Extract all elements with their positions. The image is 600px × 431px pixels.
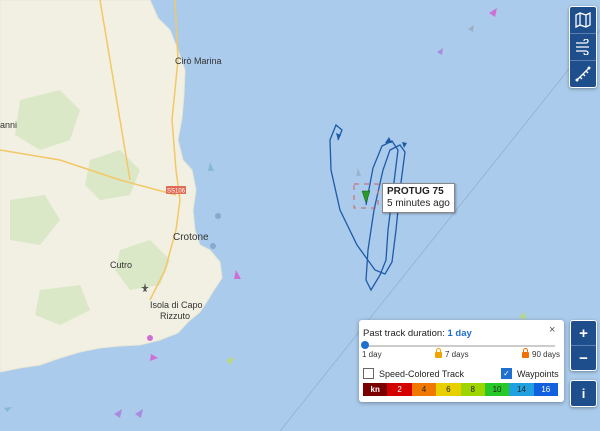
- info-button[interactable]: i: [570, 380, 597, 407]
- place-rizzuto: Rizzuto: [160, 311, 190, 321]
- place-isola: Isola di Capo: [150, 300, 203, 310]
- measure-button[interactable]: [570, 61, 596, 87]
- road-shield-label: SS106: [167, 189, 186, 195]
- speed-tick: 16: [533, 383, 558, 396]
- waypoints-label: Waypoints: [517, 368, 559, 379]
- vessel-time: 5 minutes ago: [387, 198, 450, 209]
- speed-tick: 8: [460, 383, 485, 396]
- tick-label: 90 days: [532, 350, 561, 359]
- speed-tick: 10: [484, 383, 510, 396]
- place-crotone: Crotone: [173, 232, 209, 243]
- measure-icon: [575, 66, 591, 82]
- speed-scale: kn 2 4 6 8 10 14 16: [363, 383, 558, 396]
- tick-label: 7 days: [445, 350, 469, 359]
- track-title-value: 1 day: [447, 328, 472, 339]
- track-title-prefix: Past track duration:: [363, 328, 445, 339]
- duration-slider[interactable]: [365, 345, 555, 347]
- map-controls: [569, 6, 597, 88]
- zoom-in-button[interactable]: +: [571, 321, 596, 346]
- tick-90-days: 90 days: [522, 347, 561, 359]
- zoom-controls: + −: [570, 320, 597, 371]
- tick-label: 1 day: [362, 350, 382, 359]
- track-panel: Past track duration: 1 day × 1 day 7 day…: [359, 320, 564, 402]
- speed-unit: kn: [363, 383, 388, 396]
- wind-button[interactable]: [570, 34, 596, 61]
- tick-7-days: 7 days: [435, 347, 469, 359]
- place-ciro-marina: Cirò Marina: [175, 56, 222, 66]
- vessel-label[interactable]: PROTUG 75 5 minutes ago: [382, 183, 455, 213]
- speed-tick: 2: [387, 383, 412, 396]
- place-cutro: Cutro: [110, 260, 132, 270]
- wind-icon: [576, 39, 589, 55]
- speed-tick: 4: [411, 383, 437, 396]
- speed-colored-option[interactable]: Speed-Colored Track: [363, 368, 464, 379]
- speed-tick: 6: [436, 383, 461, 396]
- lock-icon: [435, 347, 442, 358]
- place-anni: anni: [0, 120, 17, 130]
- speed-colored-label: Speed-Colored Track: [379, 368, 465, 379]
- waypoints-option[interactable]: ✓ Waypoints: [501, 368, 559, 379]
- speed-colored-checkbox[interactable]: [363, 368, 374, 379]
- speed-tick: 14: [509, 383, 534, 396]
- map-layers-button[interactable]: [570, 7, 596, 34]
- track-panel-title: Past track duration: 1 day: [363, 328, 472, 339]
- waypoints-checkbox[interactable]: ✓: [501, 368, 512, 379]
- duration-slider-knob[interactable]: [361, 341, 369, 349]
- close-icon[interactable]: ×: [549, 324, 555, 336]
- tick-1-day: 1 day: [362, 350, 382, 359]
- vessel-name: PROTUG 75: [387, 186, 444, 197]
- zoom-out-button[interactable]: −: [571, 346, 596, 370]
- map-icon: [575, 12, 591, 28]
- lock-icon: [522, 347, 529, 358]
